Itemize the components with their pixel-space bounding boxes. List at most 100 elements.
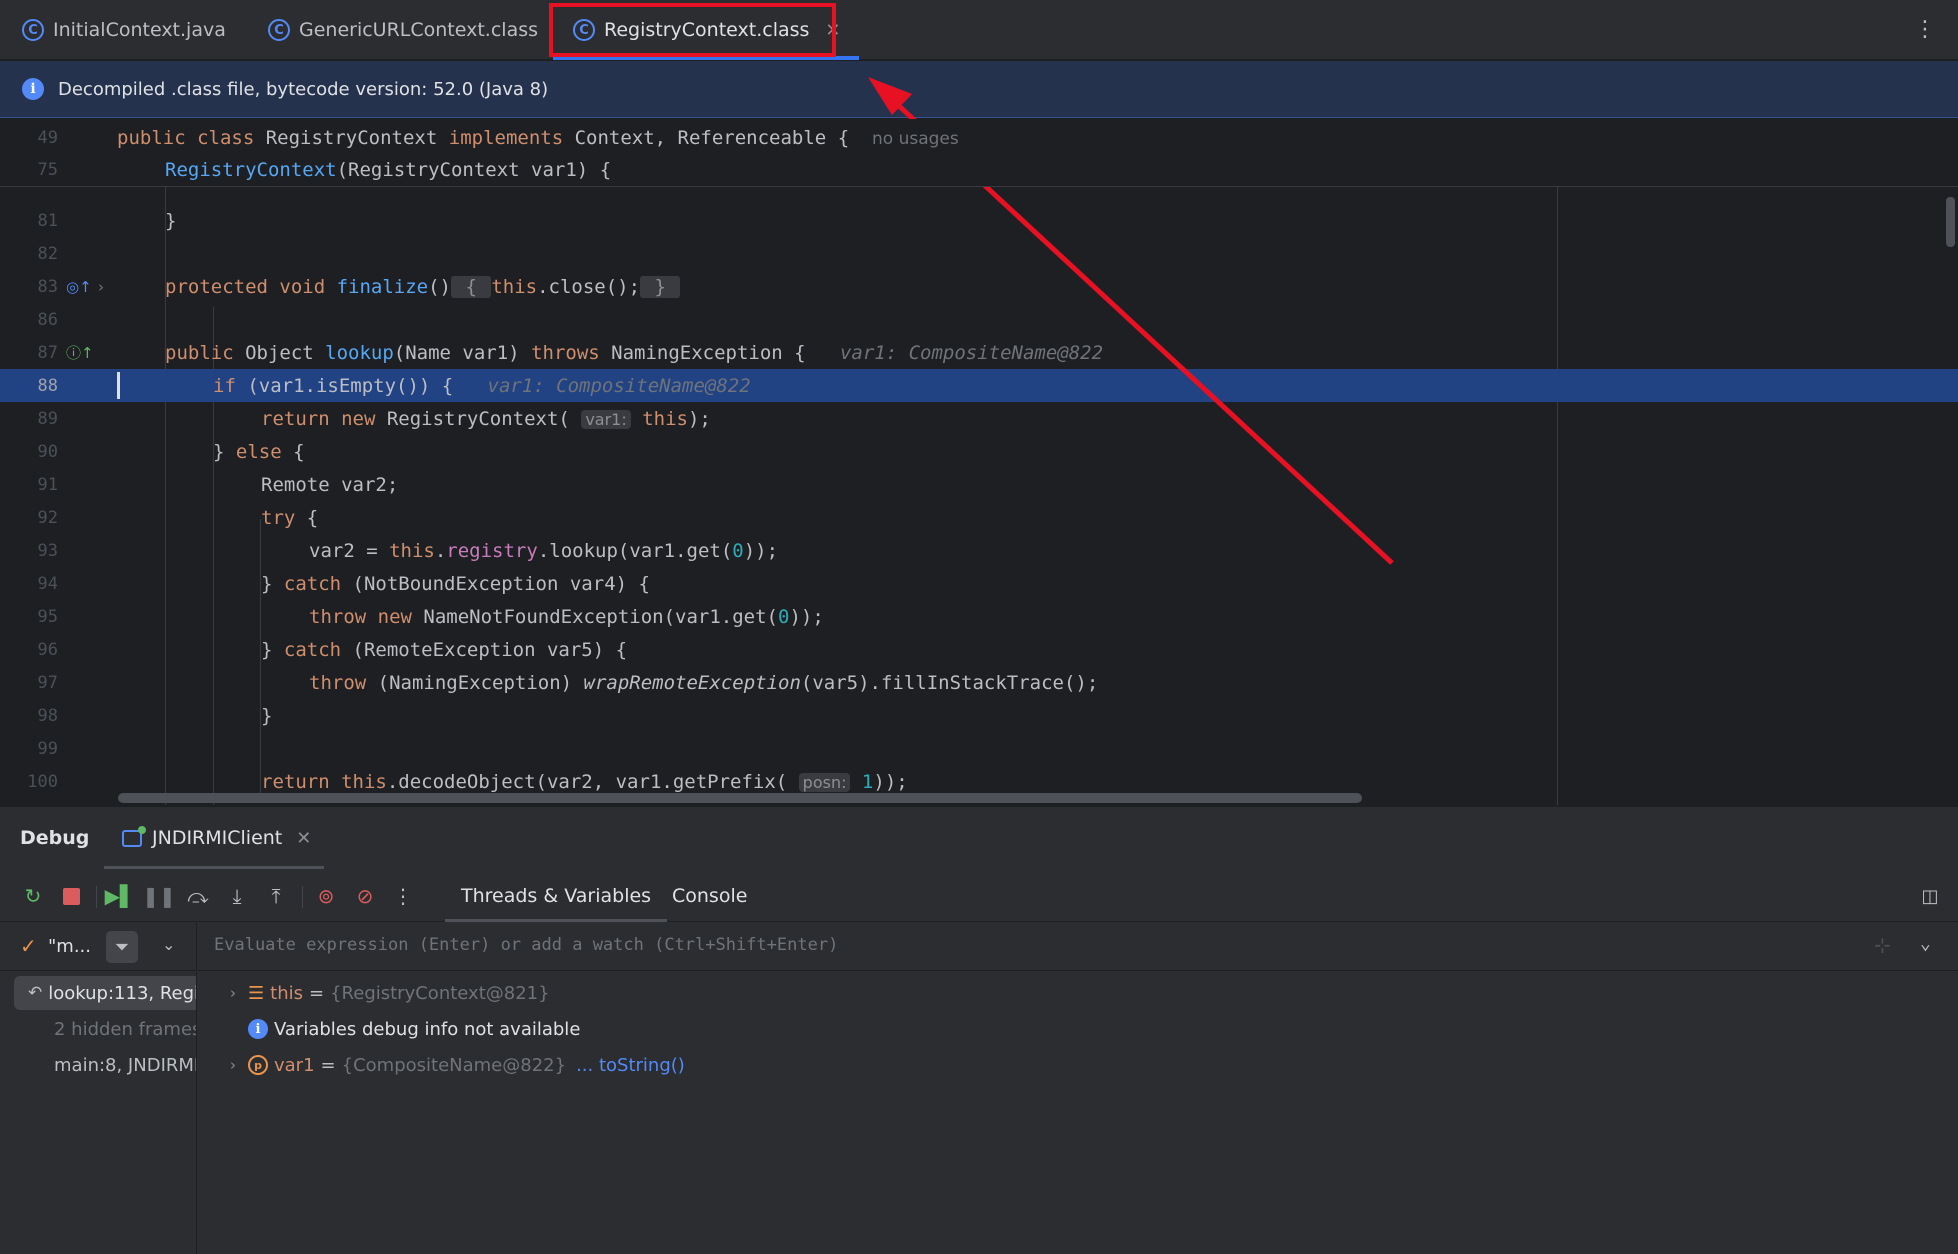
stack-icon: ☰	[248, 982, 265, 1004]
tab-console[interactable]: Console	[672, 870, 747, 922]
code-line: 93 var2 = this.registry.lookup(var1.get(…	[0, 534, 1958, 567]
frame-item[interactable]: ↶ lookup:113, Regi	[14, 976, 196, 1010]
code-text: return new RegistryContext( var1: this);	[261, 407, 711, 430]
sticky-line: 49 public class RegistryContext implemen…	[0, 121, 1958, 154]
pause-icon[interactable]: ❚❚	[142, 883, 176, 909]
code-line: 95 throw new NameNotFoundException(var1.…	[0, 600, 1958, 633]
horizontal-scrollbar[interactable]	[118, 793, 1362, 803]
tab-initialcontext-java[interactable]: C InitialContext.java	[22, 0, 226, 60]
code-text: }	[261, 704, 273, 727]
rerun-icon[interactable]: ↻	[20, 883, 46, 909]
subtab-label: Threads & Variables	[461, 885, 652, 907]
frames-list: ↶ lookup:113, Regi 2 hidden frames main:…	[0, 972, 197, 1254]
stop-icon[interactable]	[58, 883, 84, 909]
decompiled-banner: i Decompiled .class file, bytecode versi…	[0, 61, 1958, 118]
tab-threads-variables[interactable]: Threads & Variables	[445, 870, 668, 922]
filter-icon[interactable]: ⏷	[106, 931, 138, 963]
info-icon: i	[248, 1019, 268, 1039]
toolbar-separator	[302, 886, 303, 908]
chevron-right-icon[interactable]: ›	[218, 984, 248, 1002]
add-watch-icon[interactable]: ⊹	[1874, 933, 1891, 957]
view-breakpoints-icon[interactable]: ⊚	[313, 883, 339, 909]
class-icon: C	[573, 19, 595, 41]
line-number: 88	[37, 375, 58, 396]
class-icon: C	[22, 19, 44, 41]
code-line: 86	[0, 303, 1958, 336]
step-out-icon[interactable]: ⤒	[263, 883, 289, 909]
evaluate-expression-input[interactable]: Evaluate expression (Enter) or add a wat…	[198, 923, 1958, 971]
inline-value-hint: var1: CompositeName@822	[487, 374, 751, 397]
debug-header: Debug JNDIRMIClient ✕	[0, 807, 1958, 869]
editor-tab-bar: C InitialContext.java C GenericURLContex…	[0, 0, 1958, 60]
line-number: 49	[37, 127, 58, 148]
layout-icon[interactable]: ◫	[1917, 883, 1943, 909]
session-tab-indicator	[104, 866, 324, 869]
code-text: RegistryContext(RegistryContext var1) {	[165, 158, 612, 181]
info-icon: i	[22, 78, 44, 100]
subtab-label: Console	[672, 885, 748, 907]
more-options-icon[interactable]: ⋮	[1914, 17, 1936, 42]
code-line: 83 ◎↑ › protected void finalize() { this…	[0, 270, 1958, 303]
debug-tool-window: Debug JNDIRMIClient ✕ ↻ ▶▌ ❚❚ ⤼ ⤓ ⤒ ⊚ ⊘ …	[0, 806, 1958, 1254]
variable-name: var1	[274, 1054, 315, 1076]
session-label: JNDIRMIClient	[152, 827, 283, 849]
chevron-down-icon[interactable]: ⌄	[162, 935, 175, 954]
line-number: 97	[37, 672, 58, 693]
line-number: 75	[37, 159, 58, 180]
parameter-hint: posn:	[798, 772, 851, 792]
more-options-icon[interactable]: ⋮	[390, 883, 416, 909]
line-number: 82	[37, 243, 58, 264]
step-over-icon[interactable]: ⤼	[185, 883, 211, 909]
line-number: 100	[27, 771, 58, 792]
tab-registrycontext-class[interactable]: C RegistryContext.class ✕	[553, 0, 859, 60]
line-number: 94	[37, 573, 58, 594]
close-icon[interactable]: ✕	[296, 828, 311, 849]
tostring-link[interactable]: ... toString()	[576, 1055, 685, 1076]
override-icon[interactable]: ◎↑	[66, 278, 92, 296]
chevron-down-icon[interactable]: ⌄	[1920, 933, 1931, 954]
code-line: 96 } catch (RemoteException var5) {	[0, 633, 1958, 666]
eval-placeholder: Evaluate expression (Enter) or add a wat…	[214, 935, 839, 955]
tab-label: InitialContext.java	[53, 19, 226, 41]
debug-session-tab[interactable]: JNDIRMIClient ✕	[104, 807, 324, 869]
vertical-scrollbar[interactable]	[1946, 197, 1955, 247]
mute-breakpoints-icon[interactable]: ⊘	[352, 883, 378, 909]
variable-value: {RegistryContext@821}	[330, 982, 550, 1004]
variable-name: this	[270, 982, 303, 1004]
code-line: 99	[0, 732, 1958, 765]
line-number: 99	[37, 738, 58, 759]
frame-item[interactable]: 2 hidden frames	[0, 1012, 196, 1046]
close-icon[interactable]: ✕	[825, 20, 840, 41]
active-tab-indicator	[553, 56, 859, 60]
code-text: return this.decodeObject(var2, var1.getP…	[261, 770, 908, 793]
equals-sign: =	[309, 982, 325, 1004]
frame-label: main:8, JNDIRMI	[54, 1054, 197, 1076]
code-text: protected void finalize() { this.close()…	[165, 275, 681, 298]
equals-sign: =	[320, 1054, 336, 1076]
code-text: try {	[261, 506, 319, 529]
code-text: if (var1.isEmpty()) { var1: CompositeNam…	[213, 374, 751, 397]
code-text: throw (NamingException) wrapRemoteExcept…	[309, 671, 1099, 694]
code-line: 92 try {	[0, 501, 1958, 534]
variable-row-this[interactable]: › ☰ this = {RegistryContext@821}	[198, 976, 550, 1010]
fold-chevron-icon[interactable]: ›	[98, 278, 104, 296]
line-number: 96	[37, 639, 58, 660]
step-into-icon[interactable]: ⤓	[224, 883, 250, 909]
inline-value-hint: var1: CompositeName@822	[839, 341, 1104, 364]
tab-genericurlcontext-class[interactable]: C GenericURLContext.class	[268, 0, 538, 60]
thread-selector[interactable]: ✓ "m... ⏷ ⌄	[0, 923, 197, 971]
line-number: 93	[37, 540, 58, 561]
variable-row-var1[interactable]: › p var1 = {CompositeName@822} ... toStr…	[198, 1048, 685, 1082]
line-number: 89	[37, 408, 58, 429]
chevron-right-icon[interactable]: ›	[218, 1056, 248, 1074]
line-number: 83	[37, 276, 58, 297]
line-number: 95	[37, 606, 58, 627]
code-editor[interactable]: 49 public class RegistryContext implemen…	[0, 119, 1958, 805]
implements-icon[interactable]: ⓘ↑	[66, 342, 94, 363]
resume-icon[interactable]: ▶▌	[105, 883, 136, 909]
line-number: 86	[37, 309, 58, 330]
line-number: 90	[37, 441, 58, 462]
frame-item[interactable]: main:8, JNDIRMI	[0, 1048, 197, 1082]
code-line: 89 return new RegistryContext( var1: thi…	[0, 402, 1958, 435]
usage-hint: no usages	[872, 128, 959, 149]
